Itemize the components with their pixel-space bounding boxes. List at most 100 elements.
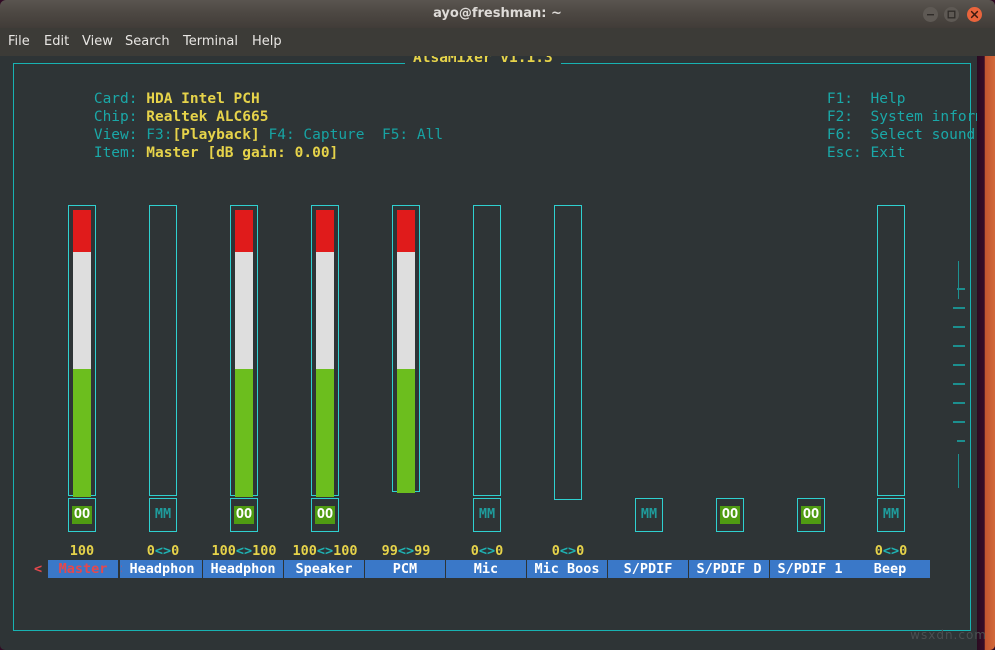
- menu-item-terminal[interactable]: Terminal: [183, 28, 238, 56]
- channel-label-headphone2[interactable]: Headphon: [203, 560, 283, 578]
- menu-item-file[interactable]: File: [8, 28, 30, 56]
- channel-label-mic[interactable]: Mic: [446, 560, 526, 578]
- mute-indicator-s-pdif-default[interactable]: OO: [716, 498, 744, 532]
- mute-indicator-master[interactable]: OO: [68, 498, 96, 532]
- volume-bar-headphone1[interactable]: [149, 205, 177, 496]
- value-number: 0: [875, 543, 883, 559]
- maximize-icon: [944, 7, 959, 22]
- channel-prev-arrow[interactable]: <: [34, 560, 42, 578]
- volume-bar-beep[interactable]: [877, 205, 905, 496]
- mute-indicator-s-pdif[interactable]: MM: [635, 498, 663, 532]
- terminal-right-rail: [977, 56, 995, 650]
- bar-segment-white: [316, 252, 334, 369]
- scrollbar-tick: [953, 421, 965, 423]
- bar-segment-green: [235, 369, 253, 497]
- menu-item-view[interactable]: View: [82, 28, 113, 56]
- volume-value-mic: 0<>0: [445, 543, 529, 559]
- volume-value-pcm: 99<>99: [364, 543, 448, 559]
- help-row-esc[interactable]: Esc: Exit: [757, 129, 905, 177]
- mute-indicator-text: OO: [234, 506, 254, 525]
- value-number: 100: [333, 543, 357, 559]
- value-number: 0: [552, 543, 560, 559]
- info-item-row: Item: Master [dB gain: 0.00]: [24, 129, 338, 177]
- mute-indicator-mic[interactable]: MM: [473, 498, 501, 532]
- alsamixer-version-title: AlsaMixer v1.1.3: [405, 56, 561, 66]
- mute-indicator-text: MM: [479, 508, 495, 522]
- scrollbar-tick: [953, 345, 965, 347]
- mute-indicator-text: OO: [315, 506, 335, 525]
- value-number: 0: [576, 543, 584, 559]
- bar-segment-white: [73, 252, 91, 369]
- menu-item-help[interactable]: Help: [252, 28, 282, 56]
- bar-segment-white: [397, 252, 415, 369]
- volume-bar-pcm[interactable]: [392, 205, 420, 492]
- value-separator: <>: [883, 543, 899, 559]
- volume-bar-mic[interactable]: [473, 205, 501, 496]
- value-number: 99: [414, 543, 430, 559]
- volume-value-headphone2: 100<>100: [202, 543, 286, 559]
- bar-segment-red: [397, 210, 415, 252]
- value-number: 100: [252, 543, 276, 559]
- channel-label-mic-boost[interactable]: Mic Boos: [527, 560, 607, 578]
- value-separator: <>: [560, 543, 576, 559]
- scrollbar-tick: [957, 440, 965, 442]
- channel-label-master[interactable]: Master: [48, 560, 118, 578]
- scrollbar-track-bottom: [958, 454, 959, 488]
- channel-label-beep[interactable]: Beep: [850, 560, 930, 578]
- value-number: 0: [147, 543, 155, 559]
- mute-indicator-text: OO: [720, 506, 740, 525]
- volume-bar-speaker[interactable]: [311, 205, 339, 496]
- close-button[interactable]: [967, 7, 982, 22]
- mute-indicator-text: OO: [801, 506, 821, 525]
- channel-label-s-pdif[interactable]: S/PDIF: [608, 560, 688, 578]
- channel-label-s-pdif-default[interactable]: S/PDIF D: [689, 560, 769, 578]
- mute-indicator-s-pdif-1[interactable]: OO: [797, 498, 825, 532]
- channel-label-headphone1[interactable]: Headphon: [122, 560, 202, 578]
- mute-indicator-text: MM: [883, 508, 899, 522]
- menu-item-search[interactable]: Search: [125, 28, 170, 56]
- help-key-esc: Esc:: [827, 145, 862, 161]
- volume-bar-mic-boost[interactable]: [554, 205, 582, 500]
- terminal-scrollbar[interactable]: [949, 56, 967, 650]
- minimize-button[interactable]: [923, 7, 938, 22]
- mute-indicator-headphone2[interactable]: OO: [230, 498, 258, 532]
- mute-indicator-beep[interactable]: MM: [877, 498, 905, 532]
- terminal-window: ayo@freshman: ~ File Edit View Search Te…: [0, 0, 995, 650]
- value-separator: <>: [479, 543, 495, 559]
- volume-bar-master[interactable]: [68, 205, 96, 496]
- volume-value-speaker: 100<>100: [283, 543, 367, 559]
- mute-indicator-headphone1[interactable]: MM: [149, 498, 177, 532]
- volume-value-mic-boost: 0<>0: [526, 543, 610, 559]
- volume-bar-headphone2[interactable]: [230, 205, 258, 496]
- terminal-body: AlsaMixer v1.1.3 Card: HDA Intel PCH Chi…: [0, 56, 995, 650]
- channel-label-pcm[interactable]: PCM: [365, 560, 445, 578]
- channel-label-s-pdif-1[interactable]: S/PDIF 1: [770, 560, 850, 578]
- bar-segment-white: [235, 252, 253, 369]
- scrollbar-tick: [953, 307, 965, 309]
- mute-indicator-speaker[interactable]: OO: [311, 498, 339, 532]
- mute-indicator-text: OO: [72, 506, 92, 525]
- value-separator: <>: [317, 543, 333, 559]
- scrollbar-tick: [953, 326, 965, 328]
- bar-segment-green: [397, 369, 415, 493]
- bar-segment-green: [73, 369, 91, 497]
- value-separator: <>: [398, 543, 414, 559]
- value-separator: <>: [155, 543, 171, 559]
- item-label: Item:: [94, 145, 138, 161]
- bar-segment-green: [316, 369, 334, 497]
- volume-value-beep: 0<>0: [849, 543, 933, 559]
- close-icon: [967, 7, 982, 22]
- value-number: 100: [70, 543, 94, 559]
- window-titlebar[interactable]: ayo@freshman: ~: [0, 0, 995, 28]
- channel-label-speaker[interactable]: Speaker: [284, 560, 364, 578]
- menu-item-edit[interactable]: Edit: [44, 28, 69, 56]
- volume-value-master: 100: [40, 543, 124, 559]
- window-title: ayo@freshman: ~: [0, 0, 995, 28]
- value-number: 0: [495, 543, 503, 559]
- value-number: 0: [471, 543, 479, 559]
- value-number: 0: [171, 543, 179, 559]
- maximize-button[interactable]: [944, 7, 959, 22]
- volume-value-headphone1: 0<>0: [121, 543, 205, 559]
- bar-segment-red: [316, 210, 334, 252]
- scrollbar-track-top: [958, 261, 959, 299]
